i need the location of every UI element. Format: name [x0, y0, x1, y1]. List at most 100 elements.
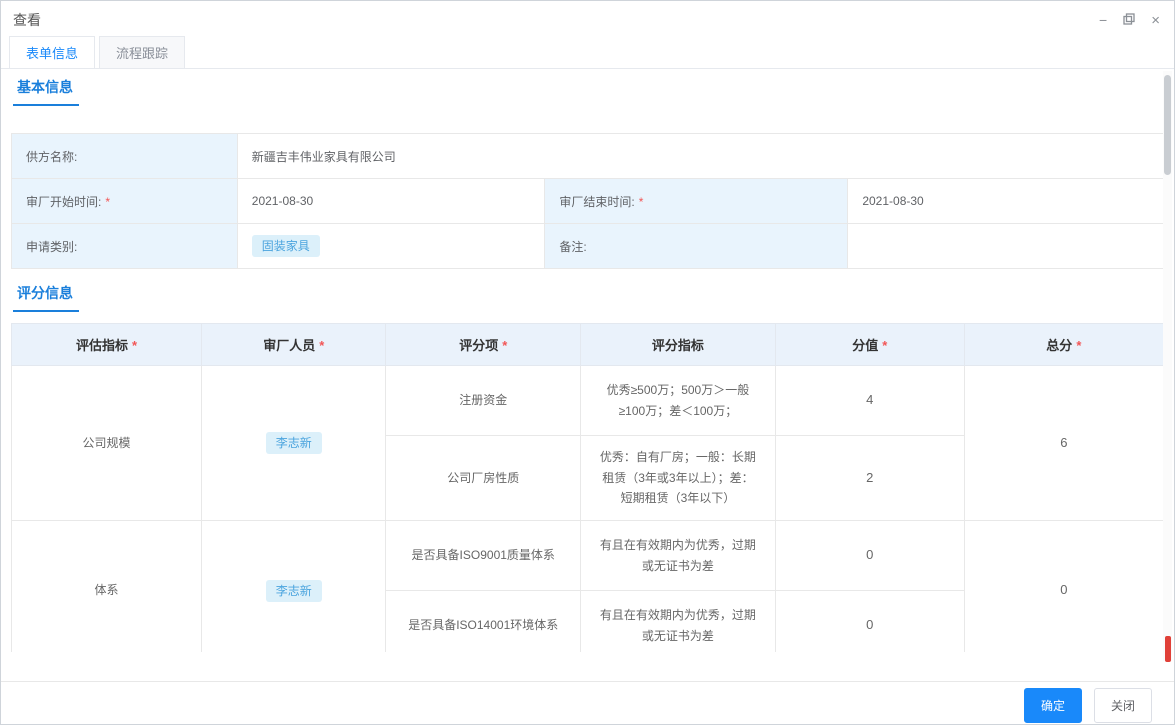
score-info-section-header: 评分信息: [13, 283, 1164, 311]
score-value: 0: [866, 547, 873, 562]
item-value: 公司厂房性质: [447, 471, 519, 485]
audit-end-value: 2021-08-30: [862, 194, 923, 208]
audit-start-value-cell: 2021-08-30: [237, 179, 545, 224]
dialog-content: 基本信息 供方名称: 新疆吉丰伟业家具有限公司 审厂开始时间: * 2021-08…: [1, 69, 1174, 652]
auditor-cell: 李志新: [202, 521, 386, 653]
score-table: 评估指标 * 审厂人员 * 评分项 * 评分指标 分值 * 总分 * 公司规模 李志新 注…: [11, 323, 1164, 652]
category-tag: 固装家具: [252, 235, 320, 257]
required-asterisk: *: [319, 338, 324, 353]
dialog-titlebar: 查看 − ×: [1, 1, 1174, 39]
score-value: 2: [866, 470, 873, 485]
required-asterisk: *: [105, 195, 110, 209]
audit-end-label: 审厂结束时间:: [559, 195, 634, 209]
score-cell: 0: [775, 591, 964, 653]
header-criteria-label: 评分指标: [652, 338, 704, 353]
required-asterisk: *: [639, 195, 644, 209]
form-row-dates: 审厂开始时间: * 2021-08-30 审厂结束时间: * 2021-08-30: [12, 179, 1164, 224]
criteria-value: 优秀：自有厂房；一般：长期租赁（3年或3年以上）；差：短期租赁（3年以下）: [600, 450, 756, 505]
header-cell-item: 评分项 *: [386, 324, 581, 366]
scrollbar-bottom-marker: [1165, 636, 1171, 662]
header-total-label: 总分: [1046, 338, 1072, 353]
criteria-cell: 有且在有效期内为优秀，过期或无证书为差: [581, 591, 776, 653]
audit-end-value-cell: 2021-08-30: [848, 179, 1164, 224]
item-value: 是否具备ISO14001环境体系: [408, 618, 558, 632]
close-button[interactable]: 关闭: [1094, 688, 1152, 723]
vertical-scrollbar[interactable]: [1163, 71, 1172, 661]
basic-info-title: 基本信息: [13, 77, 79, 106]
score-cell: 4: [775, 366, 964, 436]
score-cell: 2: [775, 436, 964, 521]
window-controls: − ×: [1099, 13, 1160, 28]
header-cell-total: 总分 *: [964, 324, 1163, 366]
header-cell-indicator: 评估指标 *: [12, 324, 202, 366]
indicator-cell: 公司规模: [12, 366, 202, 521]
item-cell: 是否具备ISO9001质量体系: [386, 521, 581, 591]
header-item-label: 评分项: [459, 338, 498, 353]
header-cell-score: 分值 *: [775, 324, 964, 366]
footer-gap: [1, 652, 1174, 681]
header-score-label: 分值: [852, 338, 878, 353]
auditor-cell: 李志新: [202, 366, 386, 521]
form-row-supplier: 供方名称: 新疆吉丰伟业家具有限公司: [12, 134, 1164, 179]
view-dialog: 查看 − × 表单信息 流程跟踪 基本信息: [0, 0, 1175, 725]
apply-category-label: 申请类别:: [26, 240, 77, 254]
dialog-footer: 确定 关闭: [1, 681, 1174, 725]
required-asterisk: *: [132, 338, 137, 353]
item-value: 是否具备ISO9001质量体系: [412, 548, 555, 562]
remark-value-cell: [848, 224, 1164, 269]
score-info-title: 评分信息: [13, 283, 79, 312]
apply-category-label-cell: 申请类别:: [12, 224, 238, 269]
indicator-cell: 体系: [12, 521, 202, 653]
tab-process-tracking[interactable]: 流程跟踪: [99, 36, 185, 68]
confirm-button[interactable]: 确定: [1024, 688, 1082, 723]
header-cell-criteria: 评分指标: [581, 324, 776, 366]
item-cell: 是否具备ISO14001环境体系: [386, 591, 581, 653]
remark-label-cell: 备注:: [545, 224, 848, 269]
criteria-value: 有且在有效期内为优秀，过期或无证书为差: [600, 608, 756, 642]
minimize-icon[interactable]: −: [1099, 13, 1107, 27]
auditor-tag: 李志新: [266, 432, 322, 454]
score-value: 4: [866, 392, 873, 407]
close-icon[interactable]: ×: [1151, 13, 1160, 28]
criteria-value: 优秀≥500万；500万＞一般≥100万；差＜100万；: [607, 383, 750, 417]
supplier-name-value-cell: 新疆吉丰伟业家具有限公司: [237, 134, 1163, 179]
criteria-cell: 有且在有效期内为优秀，过期或无证书为差: [581, 521, 776, 591]
indicator-value: 公司规模: [83, 436, 131, 450]
header-auditor-label: 审厂人员: [263, 338, 315, 353]
total-value: 0: [1060, 582, 1067, 597]
total-value: 6: [1060, 435, 1067, 450]
required-asterisk: *: [502, 338, 507, 353]
required-asterisk: *: [1076, 338, 1081, 353]
audit-end-label-cell: 审厂结束时间: *: [545, 179, 848, 224]
item-cell: 公司厂房性质: [386, 436, 581, 521]
criteria-cell: 优秀：自有厂房；一般：长期租赁（3年或3年以上）；差：短期租赁（3年以下）: [581, 436, 776, 521]
score-row: 体系 李志新 是否具备ISO9001质量体系 有且在有效期内为优秀，过期或无证书…: [12, 521, 1164, 591]
total-cell: 6: [964, 366, 1163, 521]
supplier-name-label-cell: 供方名称:: [12, 134, 238, 179]
tab-bar: 表单信息 流程跟踪: [1, 39, 1174, 69]
score-table-header-row: 评估指标 * 审厂人员 * 评分项 * 评分指标 分值 * 总分 *: [12, 324, 1164, 366]
restore-icon[interactable]: [1123, 13, 1135, 27]
remark-label: 备注:: [559, 240, 586, 254]
tab-form-info-label: 表单信息: [26, 46, 78, 61]
score-cell: 0: [775, 521, 964, 591]
total-cell: 0: [964, 521, 1163, 653]
score-row: 公司规模 李志新 注册资金 优秀≥500万；500万＞一般≥100万；差＜100…: [12, 366, 1164, 436]
basic-info-section-header: 基本信息: [13, 77, 1164, 105]
scrollbar-thumb[interactable]: [1164, 75, 1171, 175]
tab-process-tracking-label: 流程跟踪: [116, 46, 168, 61]
auditor-tag: 李志新: [266, 580, 322, 602]
basic-info-table: 供方名称: 新疆吉丰伟业家具有限公司 审厂开始时间: * 2021-08-30 审…: [11, 133, 1164, 269]
required-asterisk: *: [882, 338, 887, 353]
apply-category-value-cell: 固装家具: [237, 224, 545, 269]
supplier-name-value: 新疆吉丰伟业家具有限公司: [252, 150, 396, 164]
score-value: 0: [866, 617, 873, 632]
dialog-title: 查看: [13, 10, 41, 30]
tab-form-info[interactable]: 表单信息: [9, 36, 95, 68]
header-indicator-label: 评估指标: [76, 338, 128, 353]
indicator-value: 体系: [95, 583, 119, 597]
audit-start-label-cell: 审厂开始时间: *: [12, 179, 238, 224]
header-cell-auditor: 审厂人员 *: [202, 324, 386, 366]
audit-start-value: 2021-08-30: [252, 194, 313, 208]
audit-start-label: 审厂开始时间:: [26, 195, 101, 209]
